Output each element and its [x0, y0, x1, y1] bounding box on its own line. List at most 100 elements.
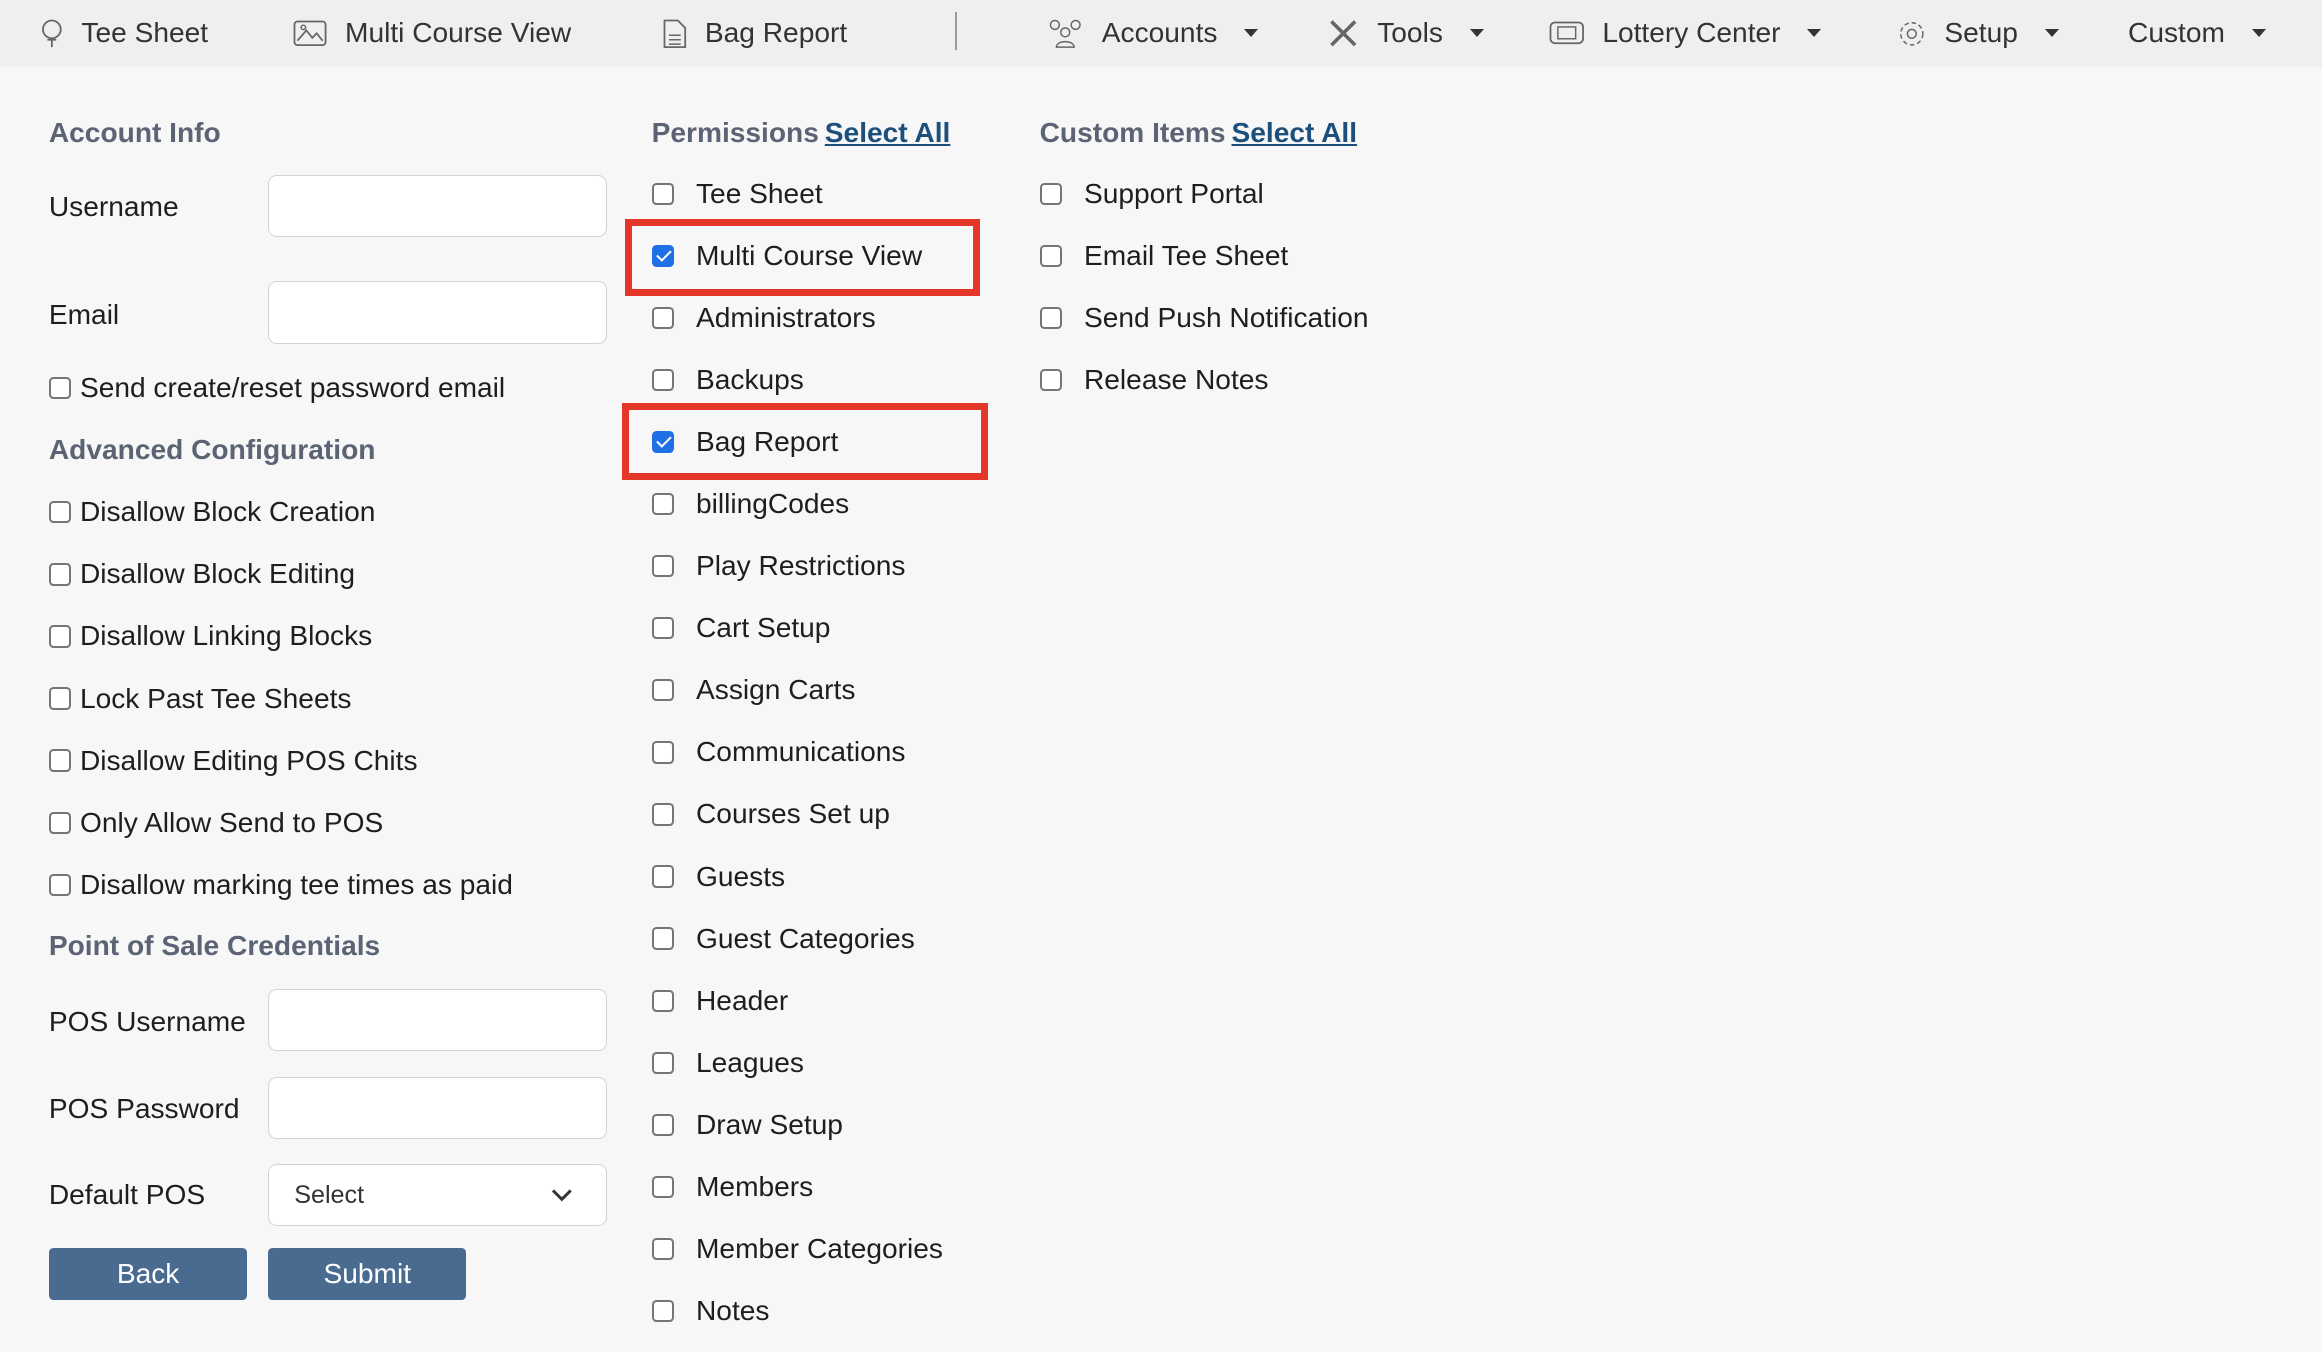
checkbox[interactable] — [651, 1113, 674, 1136]
checkbox[interactable] — [651, 1051, 674, 1074]
nav-bag-report[interactable]: Bag Report — [663, 0, 847, 67]
checkbox[interactable] — [651, 306, 674, 330]
checkbox[interactable] — [651, 679, 674, 702]
permissions-heading: Permissions Select All — [652, 117, 951, 149]
advanced-item[interactable]: Disallow Editing POS Chits — [48, 743, 418, 779]
nav-tools[interactable]: Tools — [1327, 0, 1484, 67]
advanced-item[interactable]: Disallow Block Creation — [48, 495, 376, 531]
email-label: Email — [48, 299, 120, 331]
nav-accounts[interactable]: Accounts — [1046, 0, 1259, 67]
email-input[interactable] — [268, 281, 608, 344]
checkbox[interactable] — [48, 625, 72, 648]
checkbox-label: Courses Set up — [696, 798, 890, 830]
custom-item[interactable]: Support Portal — [1039, 176, 1264, 212]
document-icon — [664, 19, 687, 48]
send-password-email-checkbox[interactable]: Send create/reset password email — [48, 370, 505, 406]
advanced-item[interactable]: Only Allow Send to POS — [48, 805, 383, 841]
advanced-item[interactable]: Disallow marking tee times as paid — [48, 867, 513, 903]
checkbox-label: Play Restrictions — [696, 550, 906, 582]
permissions-item[interactable]: billingCodes — [651, 486, 849, 522]
advanced-config-heading: Advanced Configuration — [48, 433, 376, 465]
permissions-item[interactable]: Member Categories — [651, 1231, 943, 1267]
permissions-item[interactable]: Communications — [651, 735, 906, 771]
username-input[interactable] — [268, 174, 608, 237]
checkbox-label: Header — [696, 984, 789, 1016]
checkbox-label: Send Push Notification — [1083, 302, 1369, 334]
permissions-select-all-link[interactable]: Select All — [825, 117, 951, 148]
checkbox[interactable] — [651, 1237, 674, 1260]
checkbox[interactable] — [651, 182, 674, 206]
permissions-item[interactable]: Cart Setup — [651, 611, 831, 647]
checkbox[interactable] — [48, 687, 72, 710]
checkbox[interactable] — [651, 1299, 674, 1322]
pos-password-input[interactable] — [268, 1076, 608, 1139]
nav-multi-course-view[interactable]: Multi Course View — [293, 0, 571, 67]
checkbox[interactable] — [48, 376, 72, 400]
checkbox[interactable] — [48, 501, 72, 524]
advanced-item[interactable]: Lock Past Tee Sheets — [48, 681, 351, 717]
permissions-item[interactable]: Header — [651, 983, 789, 1019]
checkbox[interactable] — [48, 563, 72, 586]
nav-tee-sheet[interactable]: Tee Sheet — [40, 0, 208, 67]
checkbox[interactable] — [48, 749, 72, 772]
checkbox-label: Disallow Block Creation — [79, 496, 376, 528]
pos-credentials-heading: Point of Sale Credentials — [48, 930, 381, 961]
checkbox[interactable] — [1039, 182, 1062, 206]
checkbox[interactable] — [651, 617, 674, 640]
nav-label: Custom — [2128, 17, 2225, 49]
permissions-item[interactable]: Play Restrictions — [651, 549, 906, 585]
custom-item[interactable]: Email Tee Sheet — [1039, 238, 1288, 274]
checkbox[interactable] — [651, 989, 674, 1012]
permissions-item[interactable]: Members — [651, 1169, 813, 1205]
checkbox[interactable] — [651, 803, 674, 826]
permissions-item[interactable]: Draw Setup — [651, 1107, 843, 1143]
permissions-item[interactable]: Tee Sheet — [651, 176, 823, 212]
custom-item[interactable]: Send Push Notification — [1039, 300, 1369, 336]
checkbox[interactable] — [1039, 306, 1062, 330]
checkbox[interactable] — [651, 865, 674, 888]
permissions-item[interactable]: Courses Set up — [651, 797, 890, 833]
checkbox[interactable] — [651, 927, 674, 950]
top-nav: Tee Sheet Multi Course View Bag Report A… — [0, 0, 2322, 67]
checkbox-label: Administrators — [696, 302, 876, 334]
permissions-item[interactable]: Guest Categories — [651, 921, 915, 957]
nav-custom[interactable]: Custom — [2128, 0, 2266, 67]
checkbox[interactable] — [651, 741, 674, 764]
caret-down-icon — [1807, 29, 1822, 38]
custom-item[interactable]: Release Notes — [1039, 362, 1268, 398]
submit-button[interactable]: Submit — [268, 1248, 467, 1301]
ticket-icon — [1549, 22, 1584, 45]
back-button[interactable]: Back — [48, 1248, 248, 1301]
nav-setup[interactable]: Setup — [1897, 0, 2059, 67]
permissions-item[interactable]: Leagues — [651, 1045, 804, 1081]
checkbox[interactable] — [48, 811, 72, 834]
nav-label: Lottery Center — [1602, 17, 1781, 49]
caret-down-icon — [2044, 29, 2059, 38]
nav-lottery-center[interactable]: Lottery Center — [1549, 0, 1822, 67]
checkbox-label: Tee Sheet — [696, 177, 823, 209]
checkbox-label: Backups — [696, 364, 804, 396]
checkbox-label: Disallow Block Editing — [79, 558, 356, 590]
default-pos-select[interactable]: Select — [268, 1163, 608, 1227]
checkbox[interactable] — [651, 1175, 674, 1198]
highlight-box — [621, 402, 988, 480]
checkbox-label: Communications — [696, 736, 906, 768]
checkbox[interactable] — [651, 493, 674, 516]
checkbox-label: Cart Setup — [696, 612, 831, 644]
permissions-item[interactable]: Assign Carts — [651, 673, 855, 709]
permissions-item[interactable]: Administrators — [651, 300, 876, 336]
checkbox[interactable] — [1039, 244, 1062, 268]
tools-icon — [1330, 20, 1357, 47]
checkbox[interactable] — [651, 555, 674, 578]
checkbox[interactable] — [48, 873, 72, 896]
caret-down-icon — [2251, 29, 2266, 38]
checkbox[interactable] — [651, 369, 674, 392]
custom-select-all-link[interactable]: Select All — [1231, 117, 1357, 148]
permissions-item[interactable]: Guests — [651, 859, 785, 895]
advanced-item[interactable]: Disallow Block Editing — [48, 557, 356, 593]
permissions-item[interactable]: Notes — [651, 1293, 769, 1329]
pos-username-input[interactable] — [268, 989, 608, 1052]
advanced-item[interactable]: Disallow Linking Blocks — [48, 619, 372, 655]
permissions-item[interactable]: Backups — [651, 362, 804, 398]
checkbox[interactable] — [1039, 369, 1062, 392]
